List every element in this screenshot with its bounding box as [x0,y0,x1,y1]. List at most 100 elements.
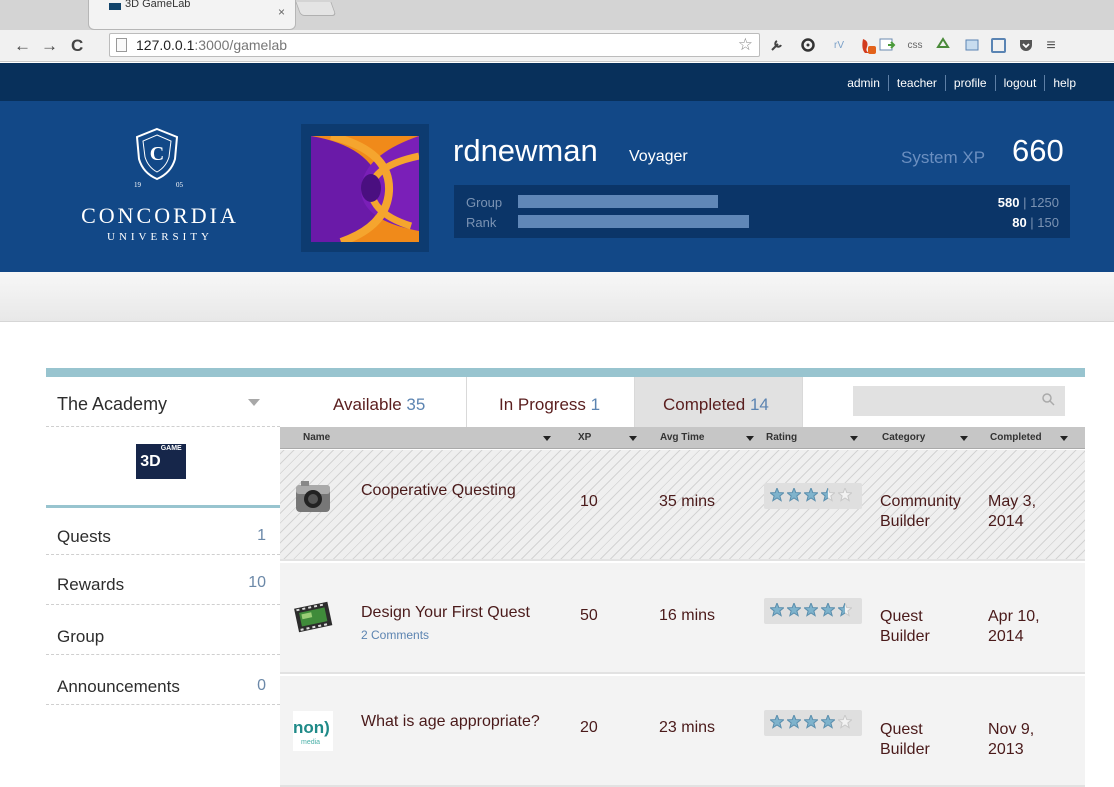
logo-wordmark: CONCORDIA [81,203,239,228]
back-button[interactable]: ← [14,36,31,56]
logo-subtitle: UNIVERSITY [107,231,213,243]
rv-extension-icon[interactable]: rV [830,37,848,55]
url-text[interactable]: 127.0.0.1:3000/gamelab [136,37,287,53]
star-icon [787,488,801,502]
sidebar-item-announcements[interactable]: Announcements 0 [46,655,280,705]
quest-name[interactable]: Cooperative Questing [361,481,516,501]
star-icon [804,488,818,502]
quest-xp: 50 [580,607,598,624]
column-header-name[interactable]: Name [303,432,330,443]
profile-link[interactable]: profile [944,75,995,91]
green-arrow-extension-icon[interactable] [879,37,897,55]
tab-label: In Progress [499,395,586,414]
firebug-extension-icon[interactable] [859,37,877,55]
tab-available[interactable]: Available 35 [280,377,467,427]
system-xp-value: 660 [1012,133,1064,168]
new-tab-button[interactable] [295,2,337,16]
group-label: Group [466,195,503,210]
quest-category: Community Builder [880,493,961,530]
tab-title: 3D GameLab [125,0,191,10]
sort-caret-icon[interactable] [746,436,754,441]
logout-link[interactable]: logout [994,75,1045,91]
academy-selector[interactable]: The Academy [46,377,280,427]
tab-completed[interactable]: Completed 14 [635,377,803,427]
concordia-logo[interactable]: C 19 05 CONCORDIA UNIVERSITY [58,127,268,247]
rank-progress-bar [518,215,952,228]
quest-name[interactable]: What is age appropriate? [361,712,540,732]
menu-icon[interactable]: ≡ [1042,37,1060,55]
sidebar-item-quests[interactable]: Quests 1 [46,510,280,555]
site-top-nav: admin teacher profile logout help [0,63,1114,101]
quest-rating [764,598,862,624]
star-icon [821,603,835,617]
help-link[interactable]: help [1044,75,1084,91]
sidebar: The Academy 3DGAME LAB Quests 1 Rewards … [46,377,280,763]
shield-icon: C [135,127,179,181]
sort-caret-icon[interactable] [850,436,858,441]
teacher-link[interactable]: teacher [887,75,945,91]
admin-link[interactable]: admin [839,75,888,91]
css-extension-icon[interactable]: css [906,37,924,55]
tab-in-progress[interactable]: In Progress 1 [467,377,635,427]
sidebar-item-rewards[interactable]: Rewards 10 [46,555,280,605]
avatar[interactable] [311,136,419,242]
quest-xp: 20 [580,719,598,736]
svg-text:media: media [301,739,320,746]
quest-completed-date: Nov 9, 2013 [988,721,1035,758]
tab-close-icon[interactable]: × [278,5,285,19]
rank-title: Voyager [629,148,688,165]
quest-comments-link[interactable]: 2 Comments [361,625,429,645]
sort-caret-icon[interactable] [543,436,551,441]
quest-row[interactable]: non) media What is age appropriate? 20 2… [280,676,1085,787]
layout-extension-icon[interactable] [991,37,1009,55]
address-bar[interactable]: 127.0.0.1:3000/gamelab ☆ [109,33,760,57]
quest-xp: 10 [580,493,598,510]
sidebar-item-label: Rewards [57,575,125,594]
quest-category: Quest Builder [880,608,930,645]
nonsmedia-logo: non) media [293,711,333,751]
rank-progress-fill [518,215,750,228]
tab-count: 1 [590,395,601,414]
column-header-xp[interactable]: XP [578,432,591,443]
quest-category: Quest Builder [880,721,930,758]
wrench-icon[interactable] [768,37,786,55]
column-header-category[interactable]: Category [882,432,925,443]
bookmark-star-icon[interactable]: ☆ [738,35,753,55]
group-xp-value: 580 | 1250 [997,195,1059,210]
pocket-extension-icon[interactable] [1017,37,1035,55]
profile-header: C 19 05 CONCORDIA UNIVERSITY rdnewman Vo… [0,101,1114,272]
logo-year-left: 19 [134,181,141,189]
star-icon [838,488,852,502]
column-header-avg-time[interactable]: Avg Time [660,432,704,443]
quest-name[interactable]: Design Your First Quest [361,603,530,623]
quest-row[interactable]: Cooperative Questing 10 35 mins Communit… [280,450,1085,561]
quest-completed-date: May 3, 2014 [988,493,1037,530]
sidebar-item-group[interactable]: Group [46,605,280,655]
column-header-completed[interactable]: Completed [990,432,1042,443]
sort-caret-icon[interactable] [960,436,968,441]
window-extension-icon[interactable] [963,37,981,55]
star-icon [770,603,784,617]
sidebar-item-label: Quests [57,527,111,546]
quest-avg-time: 16 mins [659,607,716,624]
browser-tab[interactable]: 3D GameLab × [88,0,296,30]
sub-header-bar [0,272,1114,322]
account-links: admin teacher profile logout help [839,75,1084,91]
browser-tabstrip: 3D GameLab × [0,0,1114,30]
quest-row[interactable]: Design Your First Quest 2 Comments 50 16… [280,563,1085,674]
tab-count: 35 [406,395,426,414]
browser-toolbar: ← → C 127.0.0.1:3000/gamelab ☆ rV css ≡ [0,30,1114,62]
recycle-extension-icon[interactable] [934,37,952,55]
star-icon [821,715,835,729]
group-progress-fill [518,195,718,208]
star-icon [804,603,818,617]
reload-button[interactable]: C [71,36,83,56]
forward-button[interactable]: → [41,36,58,56]
search-icon[interactable] [1042,393,1055,406]
sort-caret-icon[interactable] [1060,436,1068,441]
column-header-rating[interactable]: Rating [766,432,797,443]
sync-extension-icon[interactable] [799,37,817,55]
star-icon [787,603,801,617]
sort-caret-icon[interactable] [629,436,637,441]
search-input[interactable] [853,386,1065,416]
